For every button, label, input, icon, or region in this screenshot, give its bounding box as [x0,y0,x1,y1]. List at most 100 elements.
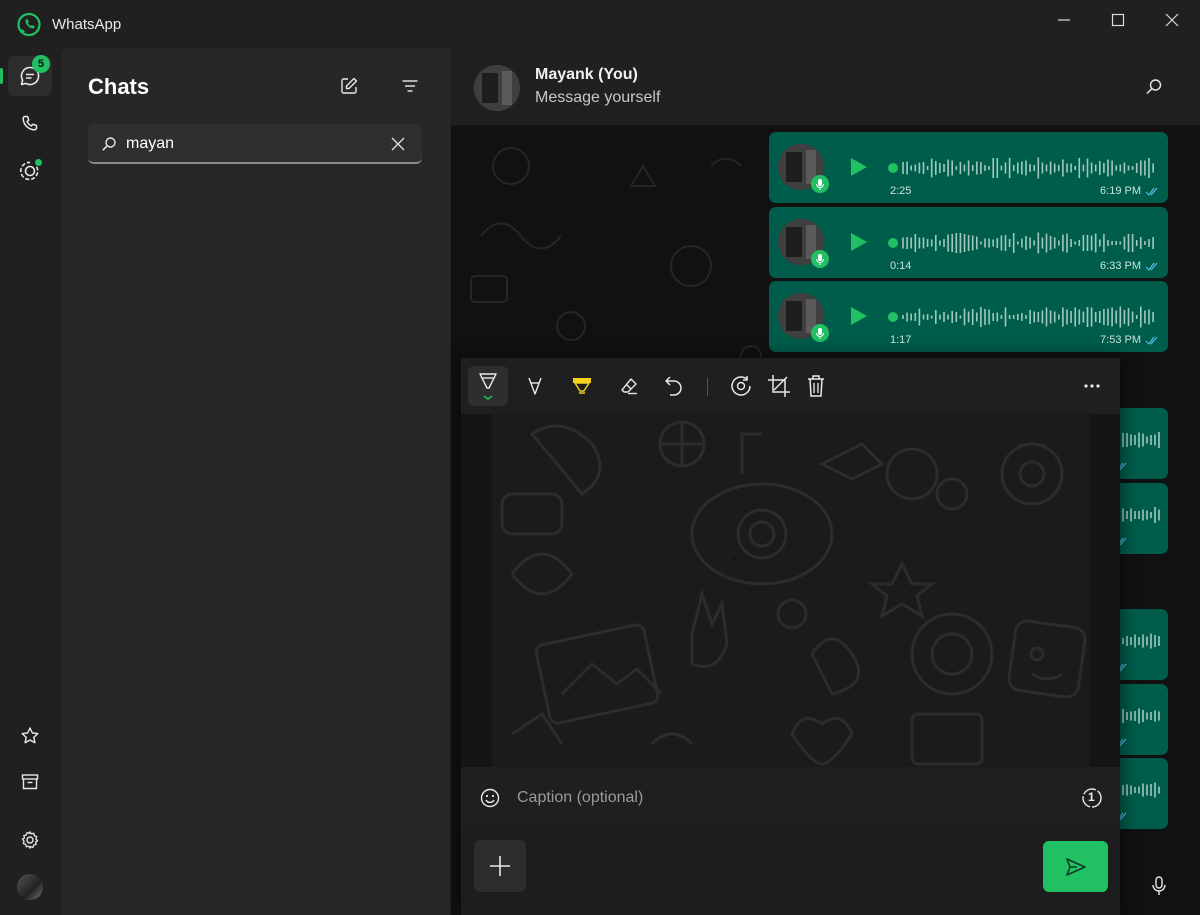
filter-button[interactable] [394,70,426,102]
search-input[interactable] [126,133,376,155]
play-icon [851,307,867,325]
emoji-button[interactable] [474,782,506,814]
view-once-label: 1 [1088,790,1095,804]
clear-search-button[interactable] [388,134,408,154]
highlighter-tool-button[interactable] [562,366,602,406]
read-receipt-icon [1145,336,1158,345]
navigation-rail: 5 [0,48,60,915]
app-title: WhatsApp [52,16,122,33]
read-receipt-icon [1145,262,1158,271]
rail-profile-button[interactable] [8,867,52,907]
waveform[interactable] [887,228,1157,258]
view-once-button[interactable]: 1 [1076,782,1108,814]
toolbar-divider [707,378,708,396]
marker-icon [528,377,542,395]
close-icon [1165,13,1179,27]
chat-list-panel: Chats [60,48,450,915]
maximize-icon [1111,13,1125,27]
close-button[interactable] [1145,0,1199,40]
crop-icon [768,375,790,397]
message-time: 6:19 PM [1100,185,1141,197]
filter-icon [402,80,418,92]
voice-duration: 2:25 [890,185,912,197]
editor-toolbar [461,358,1120,414]
new-chat-icon [341,77,358,94]
eraser-icon [621,378,637,395]
maximize-button[interactable] [1091,0,1145,40]
minimize-icon [1058,19,1070,21]
delete-icon [808,375,824,397]
read-receipt-icon [1145,187,1158,196]
voice-message[interactable]: 0:14 6:33 PM [769,207,1168,278]
microphone-icon [811,175,829,193]
conversation-header[interactable]: Mayank (You) Message yourself [451,48,1200,126]
marker-tool-button[interactable] [515,366,555,406]
highlighter-icon [573,378,591,394]
editor-bottom-bar [461,829,1120,915]
microphone-icon [1152,876,1166,895]
rail-chats-button[interactable]: 5 [0,55,52,96]
voice-duration: 1:17 [890,334,912,346]
unread-badge: 5 [32,55,50,73]
play-button[interactable] [849,231,869,253]
pen-tool-button[interactable] [468,366,508,406]
avatar[interactable] [474,65,520,111]
eraser-tool-button[interactable] [609,366,649,406]
new-chat-button[interactable] [333,70,365,102]
contact-subtitle: Message yourself [535,89,661,106]
rail-starred-button[interactable] [8,716,52,756]
play-button[interactable] [849,156,869,178]
preview-image[interactable] [492,414,1090,767]
minimize-button[interactable] [1037,0,1091,40]
profile-photo [474,65,520,111]
caption-input[interactable] [517,786,1037,810]
media-editor: 1 [461,358,1120,915]
close-icon [391,137,405,151]
delete-button[interactable] [796,366,836,406]
doodle-wallpaper-image [492,414,1090,767]
rail-settings-button[interactable] [8,820,52,860]
archive-icon [21,774,39,790]
plus-icon [490,856,510,876]
rail-archived-button[interactable] [8,762,52,802]
add-media-button[interactable] [474,840,526,892]
status-update-dot [34,158,43,167]
chats-heading: Chats [88,74,150,99]
pen-icon [479,373,497,400]
play-icon [851,233,867,251]
voice-duration: 0:14 [890,260,912,272]
play-button[interactable] [849,305,869,327]
message-time: 6:33 PM [1100,260,1141,272]
voice-message[interactable]: 2:25 6:19 PM [769,132,1168,203]
rotate-button[interactable] [721,366,761,406]
search-icon [102,137,116,151]
undo-icon [665,376,682,396]
phone-icon [22,115,38,131]
caption-bar: 1 [461,767,1120,829]
microphone-icon [811,250,829,268]
play-icon [851,158,867,176]
rotate-icon [731,376,751,396]
more-icon [1084,384,1100,388]
star-icon [21,727,39,744]
microphone-icon [811,324,829,342]
more-options-button[interactable] [1072,366,1112,406]
emoji-icon [480,788,500,808]
title-bar: WhatsApp [0,0,1200,48]
waveform[interactable] [887,153,1157,183]
contact-name: Mayank (You) [535,66,638,83]
whatsapp-logo-icon [17,12,41,37]
search-chat-button[interactable] [1138,71,1170,103]
rail-status-button[interactable] [8,151,52,191]
send-button[interactable] [1043,841,1108,892]
rail-calls-button[interactable] [8,104,52,144]
search-box [88,124,422,164]
voice-message[interactable]: 1:17 7:53 PM [769,281,1168,352]
gear-icon [21,831,39,849]
waveform[interactable] [887,302,1157,332]
image-preview [461,414,1120,767]
active-indicator [0,68,3,84]
voice-record-button[interactable] [1143,870,1175,902]
crop-button[interactable] [759,366,799,406]
undo-button[interactable] [654,366,694,406]
